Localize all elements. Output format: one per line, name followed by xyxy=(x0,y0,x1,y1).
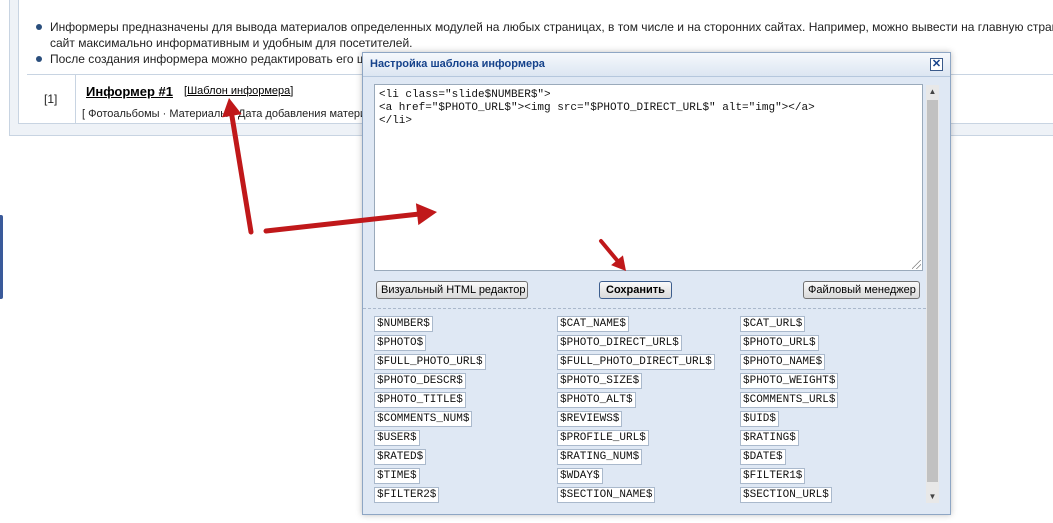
variables-grid: $NUMBER$ $CAT_NAME$ $CAT_URL$ $PHOTO$ $PHOTO… xyxy=(374,316,923,506)
variable-chip[interactable]: $USER$ xyxy=(374,430,420,446)
dialog-header: Настройка шаблона информера ✕ xyxy=(363,53,950,77)
dashed-divider xyxy=(363,308,926,309)
variable-chip[interactable]: $PHOTO_URL$ xyxy=(740,335,819,351)
informer-template: [Шаблон информера] xyxy=(184,85,293,97)
variable-chip[interactable]: $RATING$ xyxy=(740,430,799,446)
visual-html-editor-button[interactable]: Визуальный HTML редактор xyxy=(376,281,528,299)
informer-number: [1] xyxy=(44,92,58,106)
variable-chip[interactable]: $FULL_PHOTO_URL$ xyxy=(374,354,486,370)
scrollbar-thumb[interactable] xyxy=(927,100,938,482)
file-manager-button[interactable]: Файловый менеджер xyxy=(803,281,920,299)
variable-chip[interactable]: $RATING_NUM$ xyxy=(557,449,643,465)
variable-chip[interactable]: $PROFILE_URL$ xyxy=(557,430,649,446)
save-button[interactable]: Сохранить xyxy=(599,281,672,299)
variable-chip[interactable]: $PHOTO_SIZE$ xyxy=(557,373,643,389)
variable-chip[interactable]: $WDAY$ xyxy=(557,468,603,484)
variable-chip[interactable]: $TIME$ xyxy=(374,468,420,484)
variable-chip[interactable]: $PHOTO_ALT$ xyxy=(557,392,636,408)
variable-chip[interactable]: $SECTION_NAME$ xyxy=(557,487,656,503)
vertical-scrollbar[interactable]: ▲ ▼ xyxy=(926,85,939,503)
variable-chip[interactable]: $RATED$ xyxy=(374,449,427,465)
template-code-editor[interactable] xyxy=(374,84,923,271)
variable-chip[interactable]: $UID$ xyxy=(740,411,780,427)
informer-description: [ Фотоальбомы · Материалы · Дата добавле… xyxy=(82,108,385,120)
informer-title-link[interactable]: Информер #1 xyxy=(86,84,173,99)
variable-chip[interactable]: $COMMENTS_URL$ xyxy=(740,392,839,408)
variable-chip[interactable]: $SECTION_URL$ xyxy=(740,487,832,503)
variable-chip[interactable]: $PHOTO$ xyxy=(374,335,427,351)
variable-chip[interactable]: $REVIEWS$ xyxy=(557,411,623,427)
resize-grip-icon[interactable] xyxy=(912,260,921,269)
variable-chip[interactable]: $FILTER2$ xyxy=(374,487,440,503)
left-edge-tab xyxy=(0,215,3,299)
variable-chip[interactable]: $PHOTO_WEIGHT$ xyxy=(740,373,839,389)
variable-chip[interactable]: $PHOTO_DIRECT_URL$ xyxy=(557,335,682,351)
variable-chip[interactable]: $PHOTO_TITLE$ xyxy=(374,392,466,408)
template-link[interactable]: Шаблон информера xyxy=(187,85,290,97)
template-settings-dialog: Настройка шаблона информера ✕ Визуальный… xyxy=(362,52,951,515)
bracket-close: ] xyxy=(290,85,294,97)
note-continuation: сайт максимально информативным и удобным… xyxy=(50,36,413,50)
note-item: Информеры предназначены для вывода матер… xyxy=(36,19,1053,35)
variable-chip[interactable]: $PHOTO_DESCR$ xyxy=(374,373,466,389)
variable-chip[interactable]: $DATE$ xyxy=(740,449,786,465)
variable-chip[interactable]: $CAT_URL$ xyxy=(740,316,806,332)
scroll-up-icon[interactable]: ▲ xyxy=(926,85,939,98)
variable-chip[interactable]: $PHOTO_NAME$ xyxy=(740,354,826,370)
dialog-title: Настройка шаблона информера xyxy=(370,58,545,70)
variable-chip[interactable]: $FULL_PHOTO_DIRECT_URL$ xyxy=(557,354,715,370)
scroll-down-icon[interactable]: ▼ xyxy=(926,490,939,503)
variable-chip[interactable]: $FILTER1$ xyxy=(740,468,806,484)
variable-chip[interactable]: $CAT_NAME$ xyxy=(557,316,630,332)
close-icon[interactable]: ✕ xyxy=(930,58,943,71)
variable-chip[interactable]: $COMMENTS_NUM$ xyxy=(374,411,473,427)
variable-chip[interactable]: $NUMBER$ xyxy=(374,316,433,332)
